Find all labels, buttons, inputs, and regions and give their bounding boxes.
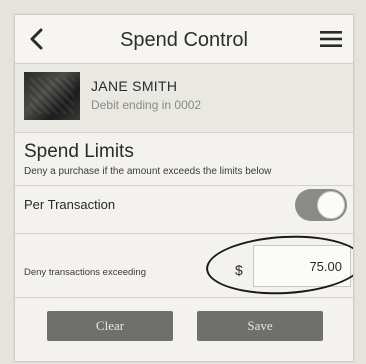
divider	[15, 185, 353, 186]
page-title: Spend Control	[120, 29, 248, 51]
account-subtitle: Debit ending in 0002	[91, 98, 202, 112]
divider	[15, 233, 353, 234]
highlight-annotation	[204, 231, 353, 299]
section-title: Spend Limits	[24, 141, 134, 162]
clear-button[interactable]: Clear	[47, 311, 173, 341]
toggle-knob	[317, 191, 345, 219]
divider	[15, 297, 353, 298]
save-button[interactable]: Save	[197, 311, 323, 341]
per-transaction-toggle[interactable]	[295, 189, 347, 221]
phone-screen: Spend Control JANE SMITH Debit ending in…	[14, 14, 354, 362]
app-header: Spend Control	[15, 15, 353, 64]
card-image	[24, 72, 80, 120]
account-summary: JANE SMITH Debit ending in 0002	[15, 64, 353, 133]
hamburger-menu-icon[interactable]	[319, 30, 343, 48]
per-transaction-label: Per Transaction	[24, 197, 116, 212]
account-holder-name: JANE SMITH	[91, 78, 178, 94]
section-description: Deny a purchase if the amount exceeds th…	[24, 166, 272, 177]
deny-threshold-label: Deny transactions exceeding	[24, 267, 146, 278]
